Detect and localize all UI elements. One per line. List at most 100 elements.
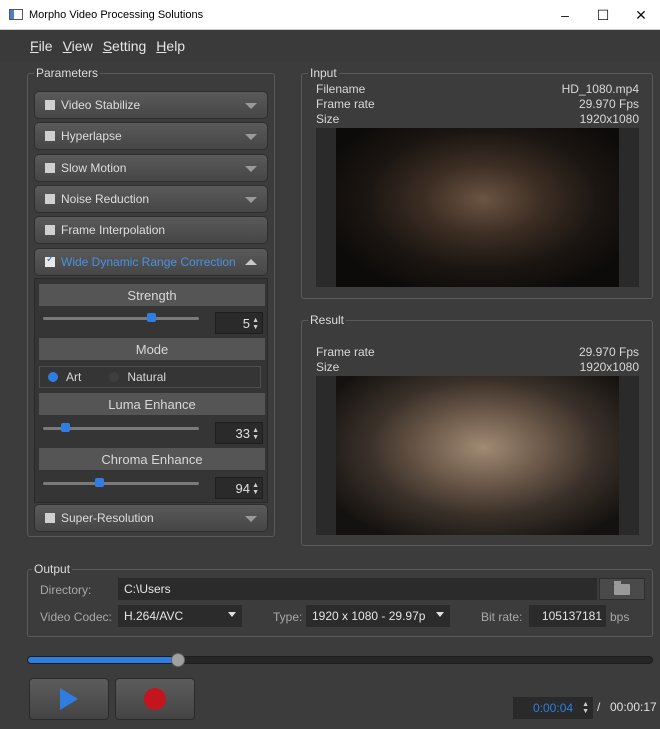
checkbox[interactable] (45, 194, 55, 204)
result-video-frame (336, 376, 619, 535)
browse-folder-button[interactable] (599, 578, 645, 600)
checkbox[interactable] (45, 513, 55, 523)
luma-enhance-header: Luma Enhance (39, 393, 265, 415)
record-button[interactable] (115, 678, 195, 720)
param-super-resolution[interactable]: Super-Resolution (34, 504, 268, 532)
strength-slider[interactable] (43, 317, 199, 320)
radio-art-label: Art (66, 370, 82, 384)
play-button[interactable] (29, 678, 109, 720)
input-label: Input (308, 66, 339, 80)
param-video-stabilize[interactable]: Video Stabilize (34, 91, 268, 119)
result-framerate-label: Frame rate (316, 345, 375, 359)
chevron-down-icon (245, 197, 257, 203)
window-title: Morpho Video Processing Solutions (29, 8, 204, 21)
spin-arrows-icon[interactable]: ▲ ▼ (252, 317, 259, 331)
minimize-button[interactable]: – (546, 0, 584, 30)
result-label: Result (308, 313, 347, 327)
chroma-slider-thumb[interactable] (95, 478, 104, 487)
mode-header: Mode (39, 338, 265, 360)
luma-slider-thumb[interactable] (61, 423, 70, 432)
radio-art[interactable] (48, 372, 58, 382)
param-slow-motion[interactable]: Slow Motion (34, 154, 268, 182)
chevron-down-icon (228, 612, 236, 617)
checkbox[interactable] (45, 163, 55, 173)
input-video-frame (336, 128, 619, 287)
input-size-label: Size (316, 112, 340, 126)
type-label: Type: (273, 610, 303, 624)
param-label: Noise Reduction (61, 192, 150, 206)
app-icon (9, 9, 23, 20)
radio-natural-label: Natural (127, 370, 167, 384)
record-icon (144, 688, 166, 710)
result-framerate-value: 29.970 Fps (578, 345, 639, 359)
chroma-slider[interactable] (43, 482, 199, 485)
spin-arrows-icon[interactable]: ▲ ▼ (252, 482, 259, 496)
param-noise-reduction[interactable]: Noise Reduction (34, 185, 268, 213)
chevron-down-icon (245, 166, 257, 172)
time-separator: / (597, 700, 601, 714)
param-label: Frame Interpolation (61, 223, 166, 237)
menu-bar: File View Setting Help (0, 30, 660, 62)
menu-file[interactable]: File (30, 38, 53, 54)
chevron-up-icon (245, 259, 257, 265)
window-controls: – ☐ ✕ (546, 0, 660, 30)
result-size-value: 1920x1080 (579, 360, 639, 374)
chevron-down-icon (436, 612, 444, 617)
input-framerate-value: 29.970 Fps (578, 97, 639, 111)
total-time: 00:00:17 (610, 700, 657, 714)
folder-icon (614, 580, 630, 595)
play-icon (60, 688, 78, 710)
menu-view[interactable]: View (63, 38, 93, 54)
current-time-spinbox[interactable]: 0:00:04 ▲ ▼ (513, 697, 593, 719)
param-wide-dynamic-range[interactable]: Wide Dynamic Range Correction (34, 248, 268, 276)
chevron-down-icon (245, 516, 257, 522)
video-codec-select[interactable]: H.264/AVC (118, 605, 242, 627)
input-filename-value: HD_1080.mp4 (561, 82, 639, 96)
param-label: Slow Motion (61, 161, 127, 175)
checkbox[interactable] (45, 225, 55, 235)
radio-natural[interactable] (109, 372, 120, 382)
result-video-preview (316, 376, 639, 535)
checkbox[interactable] (45, 131, 55, 141)
title-bar: Morpho Video Processing Solutions – ☐ ✕ (0, 0, 660, 30)
seek-thumb[interactable] (170, 653, 185, 667)
param-frame-interpolation[interactable]: Frame Interpolation (34, 216, 268, 244)
bitrate-field[interactable]: 105137181 (529, 605, 606, 627)
param-label: Super-Resolution (61, 511, 154, 525)
bitrate-unit: bps (610, 610, 630, 624)
input-video-preview (316, 128, 639, 287)
checkbox[interactable] (45, 100, 55, 110)
param-label: Wide Dynamic Range Correction (61, 255, 236, 269)
input-framerate-label: Frame rate (316, 97, 375, 111)
seek-bar[interactable] (27, 653, 653, 667)
param-hyperlapse[interactable]: Hyperlapse (34, 122, 268, 150)
directory-label: Directory: (40, 583, 92, 597)
chevron-down-icon (245, 134, 257, 140)
input-size-value: 1920x1080 (579, 112, 639, 126)
chroma-enhance-header: Chroma Enhance (39, 448, 265, 470)
param-label: Hyperlapse (61, 129, 122, 143)
spin-arrows-icon[interactable]: ▲ ▼ (582, 701, 589, 715)
param-label: Video Stabilize (61, 98, 141, 112)
menu-setting[interactable]: Setting (103, 38, 147, 54)
chevron-down-icon (245, 103, 257, 109)
seek-progress (28, 657, 178, 663)
strength-spinbox[interactable]: 5 ▲ ▼ (215, 312, 263, 334)
spin-arrows-icon[interactable]: ▲ ▼ (252, 427, 259, 441)
chroma-spinbox[interactable]: 94 ▲ ▼ (215, 477, 263, 499)
wdr-settings-panel: Strength 5 ▲ ▼ Mode Art Natural Luma Enha… (34, 278, 268, 503)
result-size-label: Size (316, 360, 340, 374)
luma-spinbox[interactable]: 33 ▲ ▼ (215, 422, 263, 444)
close-button[interactable]: ✕ (622, 0, 660, 30)
strength-header: Strength (39, 284, 265, 306)
mode-radio-group: Art Natural (39, 366, 261, 388)
checkbox-checked[interactable] (45, 254, 55, 267)
input-filename-label: Filename (316, 82, 366, 96)
strength-slider-thumb[interactable] (147, 313, 156, 322)
menu-help[interactable]: Help (156, 38, 185, 54)
directory-field[interactable]: C:\Users (118, 578, 597, 600)
type-select[interactable]: 1920 x 1080 - 29.97p (306, 605, 450, 627)
maximize-button[interactable]: ☐ (584, 0, 622, 30)
video-codec-label: Video Codec: (40, 610, 112, 624)
bitrate-label: Bit rate: (481, 610, 523, 624)
